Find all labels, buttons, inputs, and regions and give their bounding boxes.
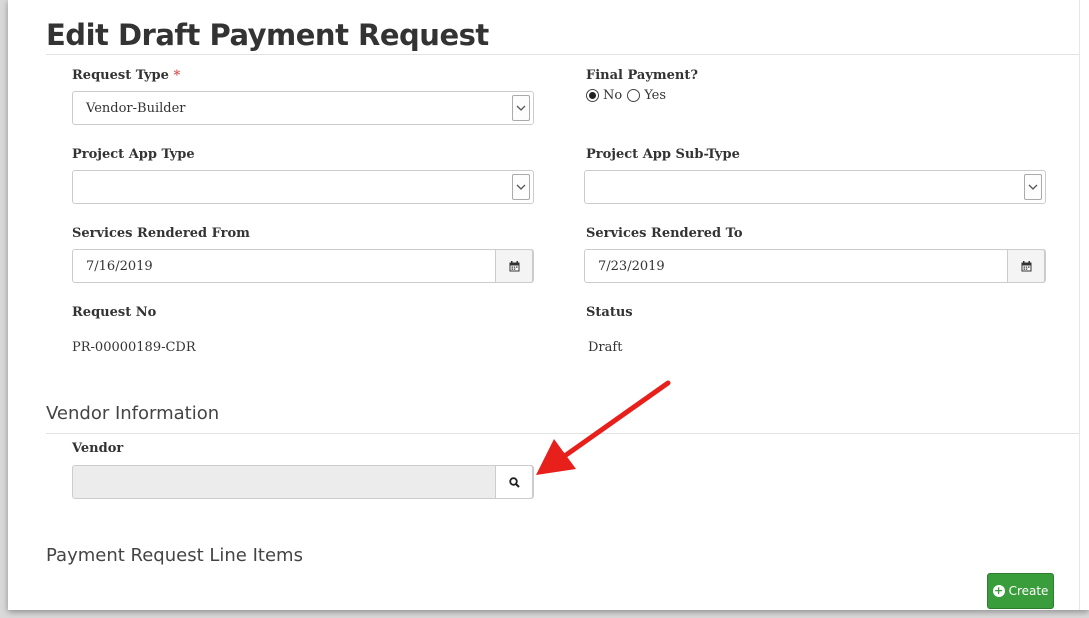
calendar-button[interactable] — [495, 249, 533, 283]
create-button-label: Create — [1008, 584, 1049, 598]
red-arrow-annotation — [536, 380, 671, 475]
line-items-section-heading: Payment Request Line Items — [46, 545, 303, 566]
chevron-down-icon[interactable] — [1024, 174, 1042, 200]
status-label: Status — [586, 305, 633, 320]
status-value: Draft — [588, 340, 623, 355]
vendor-input[interactable] — [72, 465, 534, 499]
project-app-sub-type-select[interactable] — [584, 170, 1046, 204]
final-payment-label: Final Payment? — [586, 68, 699, 83]
calendar-icon — [1021, 260, 1031, 271]
required-mark: * — [173, 68, 181, 83]
vendor-section-heading: Vendor Information — [46, 403, 220, 424]
request-no-label: Request No — [72, 305, 157, 320]
chevron-down-icon[interactable] — [512, 174, 530, 200]
search-icon — [508, 476, 520, 488]
services-from-label: Services Rendered From — [72, 226, 250, 241]
services-to-value: 7/23/2019 — [598, 259, 665, 274]
calendar-button[interactable] — [1007, 249, 1045, 283]
create-button[interactable]: + Create — [987, 573, 1054, 609]
request-no-value: PR-00000189-CDR — [72, 340, 196, 355]
services-from-input[interactable]: 7/16/2019 — [72, 249, 534, 283]
project-app-type-label: Project App Type — [72, 147, 195, 162]
services-from-value: 7/16/2019 — [86, 259, 153, 274]
final-payment-no-label: No — [603, 88, 623, 103]
final-payment-yes-label: Yes — [644, 88, 667, 103]
services-to-input[interactable]: 7/23/2019 — [584, 249, 1046, 283]
project-app-type-select[interactable] — [72, 170, 534, 204]
right-border — [1079, 0, 1080, 610]
final-payment-yes-radio[interactable] — [627, 89, 641, 102]
edit-payment-request-page: Edit Draft Payment Request Request Type … — [8, 0, 1089, 610]
final-payment-radio-group: No Yes — [586, 88, 666, 103]
plus-circle-icon: + — [992, 584, 1005, 597]
final-payment-no-radio[interactable] — [586, 89, 599, 102]
services-to-label: Services Rendered To — [586, 226, 743, 241]
request-type-label: Request Type * — [72, 68, 180, 83]
request-type-label-text: Request Type — [72, 68, 169, 83]
request-type-select[interactable]: Vendor-Builder — [72, 91, 534, 125]
vendor-label: Vendor — [72, 441, 124, 456]
page-title: Edit Draft Payment Request — [46, 18, 489, 52]
request-type-value: Vendor-Builder — [86, 101, 186, 116]
project-app-sub-type-label: Project App Sub-Type — [586, 147, 740, 162]
chevron-down-icon[interactable] — [512, 95, 530, 121]
title-divider — [46, 54, 1079, 55]
calendar-icon — [509, 260, 519, 271]
